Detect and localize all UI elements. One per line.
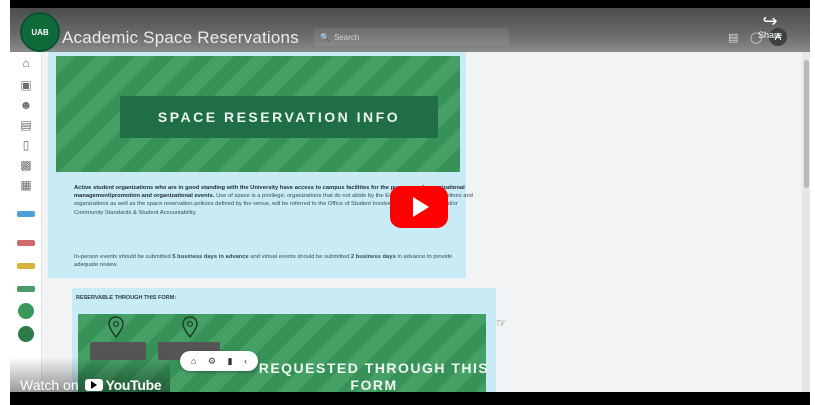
video-embed-frame[interactable]: UAB Academic Space Reservations 🔍 Search… — [10, 0, 810, 405]
rail-chip-yellow[interactable] — [17, 263, 35, 269]
home-icon[interactable]: ⌂ — [19, 56, 33, 70]
map-pin-icon — [108, 316, 124, 338]
page-title: Academic Space Reservations — [62, 28, 299, 47]
calendar-rail-icon[interactable]: ▣ — [19, 78, 33, 92]
calendar-icon[interactable]: ▤ — [728, 31, 738, 44]
watch-on-label: Watch on — [20, 377, 79, 393]
banner-title: SPACE RESERVATION INFO — [120, 96, 438, 138]
search-placeholder: Search — [333, 32, 360, 42]
grid-icon[interactable]: ▦ — [19, 178, 33, 192]
reservable-label: RESERVABLE THROUGH THIS FORM: — [76, 295, 177, 301]
rail-chip-blue[interactable] — [17, 211, 35, 217]
slide-toolbar[interactable]: ⌂ ⚙ ▮ ‹ — [180, 351, 258, 371]
list-icon[interactable]: ▤ — [19, 118, 33, 132]
search-input[interactable]: 🔍 Search — [314, 28, 509, 46]
map-pin-icon — [182, 316, 198, 338]
play-button[interactable] — [390, 186, 448, 228]
people-icon[interactable]: ☻ — [19, 98, 33, 112]
document-icon[interactable]: ▯ — [19, 138, 33, 152]
share-button[interactable]: ↪ Share — [750, 12, 790, 40]
timing-paragraph: In-person events should be submitted 5 b… — [74, 253, 464, 269]
comment-mini-icon[interactable]: ▮ — [228, 356, 233, 367]
scrollbar-thumb[interactable] — [804, 60, 809, 188]
mouse-cursor-icon: ☞ — [496, 316, 507, 330]
timing-text-mid: and virtual events should be submitted — [250, 254, 350, 260]
chart-icon[interactable]: ▩ — [19, 158, 33, 172]
rail-chip-red[interactable] — [17, 240, 35, 246]
settings-mini-icon[interactable]: ⚙ — [208, 356, 216, 367]
chevron-left-icon[interactable]: ‹ — [244, 356, 247, 366]
watch-on-youtube-link[interactable]: Watch on YouTube — [20, 377, 162, 393]
share-label: Share — [757, 30, 783, 40]
youtube-logo: YouTube — [84, 377, 162, 393]
rail-org-icon[interactable] — [18, 303, 34, 319]
youtube-play-icon — [84, 379, 103, 391]
timing-bold-2: 2 business days — [350, 254, 396, 260]
timing-text-start: In-person events should be submitted — [74, 254, 171, 260]
youtube-brand: YouTube — [105, 377, 162, 393]
reservable-banner-title: REQUESTED THROUGH THIS FORM — [258, 360, 490, 393]
search-icon: 🔍 — [320, 32, 330, 42]
rail-org-icon-2[interactable] — [18, 326, 34, 342]
share-arrow-icon: ↪ — [762, 11, 778, 31]
letterbox-top — [10, 0, 810, 8]
play-icon — [412, 197, 429, 217]
timing-bold-1: 5 business days in advance — [172, 254, 249, 260]
org-logo: UAB — [20, 12, 60, 52]
rail-chip-green[interactable] — [17, 286, 35, 292]
home-mini-icon[interactable]: ⌂ — [191, 356, 196, 366]
